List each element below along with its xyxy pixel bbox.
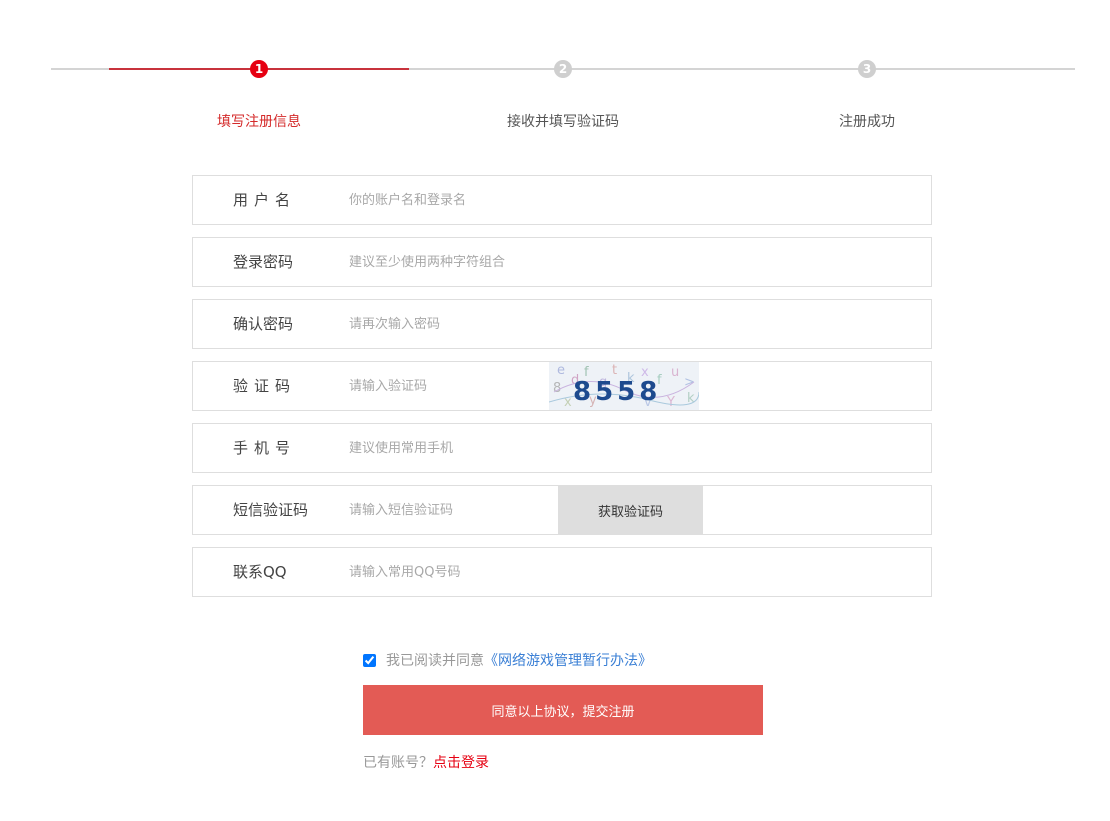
phone-label: 手机号 [233, 439, 297, 457]
svg-text:Y: Y [666, 395, 675, 410]
sms-code-row: 短信验证码 获取验证码 [192, 485, 932, 535]
phone-row: 手机号 [192, 423, 932, 473]
captcha-text: 8558 [573, 377, 661, 407]
captcha-row: 验证码 e d f g t k x f u > 8 x y [192, 361, 932, 411]
agreement-text: 我已阅读并同意 [386, 653, 484, 669]
confirm-password-row: 确认密码 [192, 299, 932, 349]
login-prompt-row: 已有账号？点击登录 [363, 752, 489, 772]
username-input[interactable] [349, 186, 749, 214]
qq-input[interactable] [349, 558, 749, 586]
captcha-image[interactable]: e d f g t k x f u > 8 x y v Y k 8558 [549, 362, 699, 410]
qq-row: 联系QQ [192, 547, 932, 597]
sms-code-label: 短信验证码 [233, 501, 309, 519]
get-sms-code-button[interactable]: 获取验证码 [558, 486, 703, 534]
username-row: 用户名 [192, 175, 932, 225]
step-1-badge: 1 [250, 60, 268, 78]
step-3-badge: 3 [858, 60, 876, 78]
agreement-checkbox[interactable] [363, 653, 376, 667]
svg-text:u: u [671, 365, 679, 380]
login-prompt-text: 已有账号？ [363, 755, 433, 771]
password-row: 登录密码 [192, 237, 932, 287]
svg-text:e: e [557, 363, 565, 378]
svg-text:t: t [612, 363, 617, 378]
qq-label: 联系QQ [233, 563, 287, 581]
captcha-noise-graphic: e d f g t k x f u > 8 x y v Y k 8558 [549, 362, 699, 410]
step-3-label: 注册成功 [839, 114, 895, 130]
step-1-label: 填写注册信息 [217, 114, 301, 130]
step-2-label: 接收并填写验证码 [507, 114, 619, 130]
captcha-label: 验证码 [233, 377, 297, 395]
step-2-badge: 2 [554, 60, 572, 78]
password-label: 登录密码 [233, 253, 294, 271]
captcha-input[interactable] [349, 372, 549, 400]
sms-code-input[interactable] [349, 496, 549, 524]
agreement-link[interactable]: 《网络游戏管理暂行办法》 [484, 650, 652, 670]
submit-register-button[interactable]: 同意以上协议，提交注册 [363, 685, 763, 735]
confirm-password-label: 确认密码 [233, 315, 294, 333]
confirm-password-input[interactable] [349, 310, 749, 338]
agreement-row: 我已阅读并同意 《网络游戏管理暂行办法》 [363, 650, 652, 670]
login-link[interactable]: 点击登录 [433, 755, 489, 771]
password-input[interactable] [349, 248, 749, 276]
username-label: 用户名 [233, 191, 297, 209]
register-page: 1 2 3 填写注册信息 接收并填写验证码 注册成功 用户名 登录密码 确认密码… [0, 0, 1110, 821]
phone-input[interactable] [349, 434, 749, 462]
